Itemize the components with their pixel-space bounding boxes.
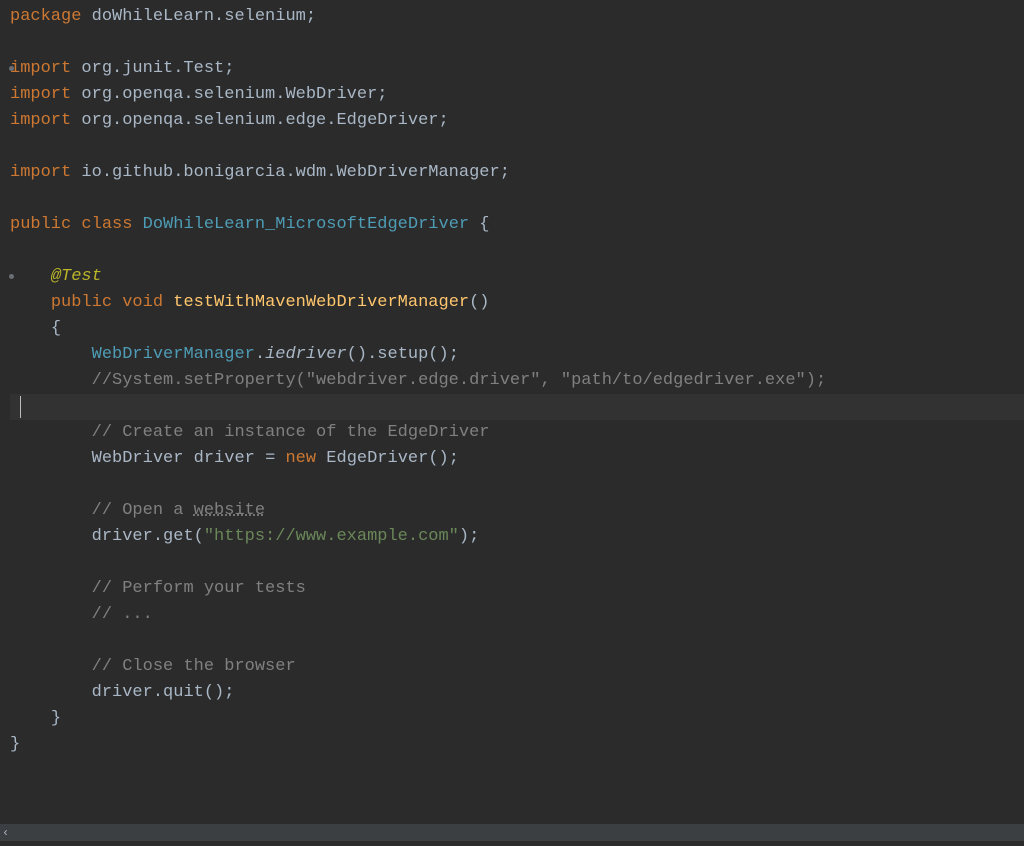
package-name: doWhileLearn.selenium; [81, 7, 316, 26]
code-line-empty[interactable] [10, 30, 1024, 56]
status-bar: ‹ [0, 823, 1024, 841]
code-line[interactable]: //System.setProperty("webdriver.edge.dri… [10, 368, 1024, 394]
void-keyword: void [122, 293, 163, 312]
class-ref: WebDriverManager [92, 345, 255, 364]
method-call: driver.get( [92, 527, 204, 546]
dot: . [255, 345, 265, 364]
comment: // ... [92, 605, 153, 624]
code-line[interactable]: import org.openqa.selenium.edge.EdgeDriv… [10, 108, 1024, 134]
code-line-empty[interactable] [10, 550, 1024, 576]
code-line[interactable]: driver.get("https://www.example.com"); [10, 524, 1024, 550]
method-call: iedriver [265, 345, 347, 364]
brace-close: } [51, 709, 61, 728]
comment: //System.setProperty("webdriver.edge.dri… [92, 371, 827, 390]
import-keyword: import [10, 111, 71, 130]
import-keyword: import [10, 59, 71, 78]
comment-word: website [194, 501, 265, 520]
code-line[interactable]: // Close the browser [10, 654, 1024, 680]
gutter-marker-icon [9, 66, 14, 71]
code-line[interactable]: } [10, 706, 1024, 732]
equals: = [255, 449, 286, 468]
import-keyword: import [10, 163, 71, 182]
code-line[interactable]: package doWhileLearn.selenium; [10, 4, 1024, 30]
comment: // Create an instance of the EdgeDriver [92, 423, 490, 442]
import-path: org.junit.Test; [71, 59, 234, 78]
code-line[interactable]: // Perform your tests [10, 576, 1024, 602]
code-line[interactable]: import io.github.bonigarcia.wdm.WebDrive… [10, 160, 1024, 186]
comment: // Close the browser [92, 657, 296, 676]
text-cursor-icon [20, 396, 21, 418]
code-line[interactable]: import org.junit.Test; [10, 56, 1024, 82]
code-line-empty[interactable] [10, 186, 1024, 212]
code-line[interactable]: public class DoWhileLearn_MicrosoftEdgeD… [10, 212, 1024, 238]
brace-close: } [10, 735, 20, 754]
code-line-empty[interactable] [10, 472, 1024, 498]
method-name: testWithMavenWebDriverManager [173, 293, 469, 312]
call-end: ); [459, 527, 479, 546]
brace-open: { [51, 319, 61, 338]
method-call: driver.quit(); [92, 683, 235, 702]
import-path: org.openqa.selenium.edge.EdgeDriver; [71, 111, 448, 130]
code-line[interactable]: WebDriverManager.iedriver().setup(); [10, 342, 1024, 368]
code-line[interactable]: // Open a website [10, 498, 1024, 524]
code-line-empty[interactable] [10, 628, 1024, 654]
code-line-current[interactable] [10, 394, 1024, 420]
code-editor[interactable]: package doWhileLearn.selenium; import or… [0, 0, 1024, 841]
comment: // Open a [92, 501, 194, 520]
parens: () [469, 293, 489, 312]
public-keyword: public [51, 293, 112, 312]
constructor: EdgeDriver [326, 449, 428, 468]
code-line[interactable]: driver.quit(); [10, 680, 1024, 706]
import-keyword: import [10, 85, 71, 104]
import-path: io.github.bonigarcia.wdm.WebDriverManage… [71, 163, 510, 182]
string-literal: "https://www.example.com" [204, 527, 459, 546]
code-line[interactable]: } [10, 732, 1024, 758]
code-line[interactable]: // ... [10, 602, 1024, 628]
class-keyword: class [81, 215, 132, 234]
import-path: org.openqa.selenium.WebDriver; [71, 85, 387, 104]
code-line-empty[interactable] [10, 134, 1024, 160]
call-end: ().setup(); [347, 345, 459, 364]
type-ref: WebDriver [92, 449, 184, 468]
code-line[interactable]: // Create an instance of the EdgeDriver [10, 420, 1024, 446]
comment: // Perform your tests [92, 579, 306, 598]
class-name: DoWhileLearn_MicrosoftEdgeDriver [143, 215, 469, 234]
annotation: @Test [51, 267, 102, 286]
code-line[interactable]: @Test [10, 264, 1024, 290]
code-line[interactable]: import org.openqa.selenium.WebDriver; [10, 82, 1024, 108]
variable: driver [194, 449, 255, 468]
package-keyword: package [10, 7, 81, 26]
gutter-marker-icon [9, 274, 14, 279]
code-line[interactable]: WebDriver driver = new EdgeDriver(); [10, 446, 1024, 472]
code-line-empty[interactable] [10, 238, 1024, 264]
code-line[interactable]: { [10, 316, 1024, 342]
chevron-left-icon[interactable]: ‹ [2, 820, 9, 846]
new-keyword: new [285, 449, 316, 468]
public-keyword: public [10, 215, 71, 234]
code-line[interactable]: public void testWithMavenWebDriverManage… [10, 290, 1024, 316]
brace-open: { [479, 215, 489, 234]
call-end: (); [428, 449, 459, 468]
